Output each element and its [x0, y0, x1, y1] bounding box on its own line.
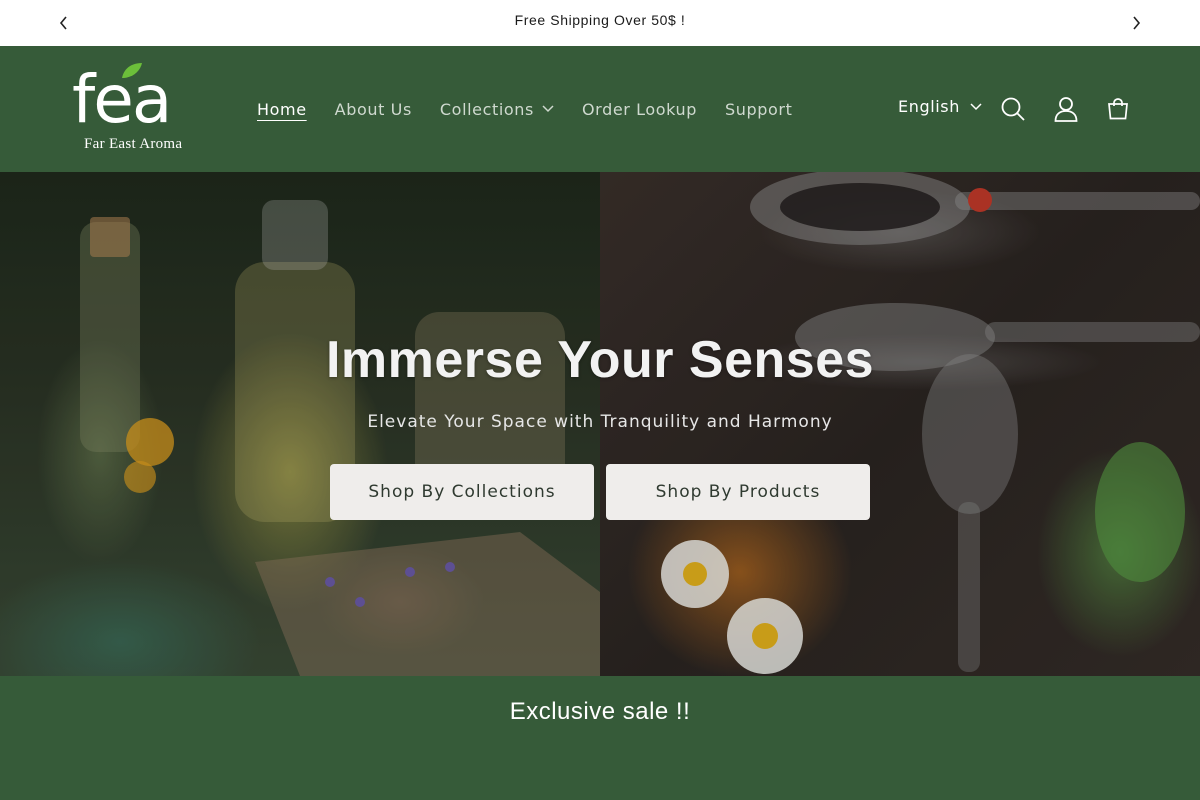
chevron-down-icon — [542, 105, 554, 113]
hero-banner: Immerse Your Senses Elevate Your Space w… — [0, 172, 1200, 676]
nav-support[interactable]: Support — [711, 100, 806, 119]
shop-by-collections-button[interactable]: Shop By Collections — [330, 464, 594, 520]
logo-tagline: Far East Aroma — [84, 136, 183, 152]
sale-section: Exclusive sale !! — [0, 676, 1200, 800]
nav-collections-label: Collections — [439, 99, 534, 119]
site-header: fea Far East Aroma Home About Us Collect… — [0, 46, 1200, 172]
account-icon — [1054, 97, 1078, 122]
hero-subtitle: Elevate Your Space with Tranquility and … — [367, 412, 833, 432]
chevron-right-icon — [1133, 16, 1141, 30]
cart-icon — [1108, 98, 1128, 120]
announcement-next-button[interactable] — [1124, 11, 1148, 35]
account-button[interactable] — [1051, 94, 1081, 124]
search-button[interactable] — [998, 94, 1028, 124]
nav-home[interactable]: Home — [243, 100, 321, 119]
language-label: English — [898, 97, 960, 116]
nav-collections[interactable]: Collections — [426, 100, 568, 119]
leaf-icon — [122, 63, 142, 78]
hero-title: Immerse Your Senses — [325, 331, 875, 389]
language-selector[interactable]: English — [898, 97, 982, 116]
announcement-message: Free Shipping Over 50$ ! — [514, 12, 686, 28]
cart-button[interactable] — [1103, 94, 1133, 124]
search-icon — [1001, 97, 1025, 121]
logo-link[interactable]: fea Far East Aroma — [72, 60, 202, 160]
sale-heading: Exclusive sale !! — [509, 698, 691, 725]
nav-order-lookup[interactable]: Order Lookup — [568, 100, 711, 119]
shop-by-products-button[interactable]: Shop By Products — [606, 464, 870, 520]
chevron-down-icon — [970, 102, 982, 111]
main-nav: Home About Us Collections Order Lookup S… — [243, 46, 806, 172]
nav-about-us[interactable]: About Us — [321, 100, 426, 119]
announcement-bar: Free Shipping Over 50$ ! — [0, 0, 1200, 46]
